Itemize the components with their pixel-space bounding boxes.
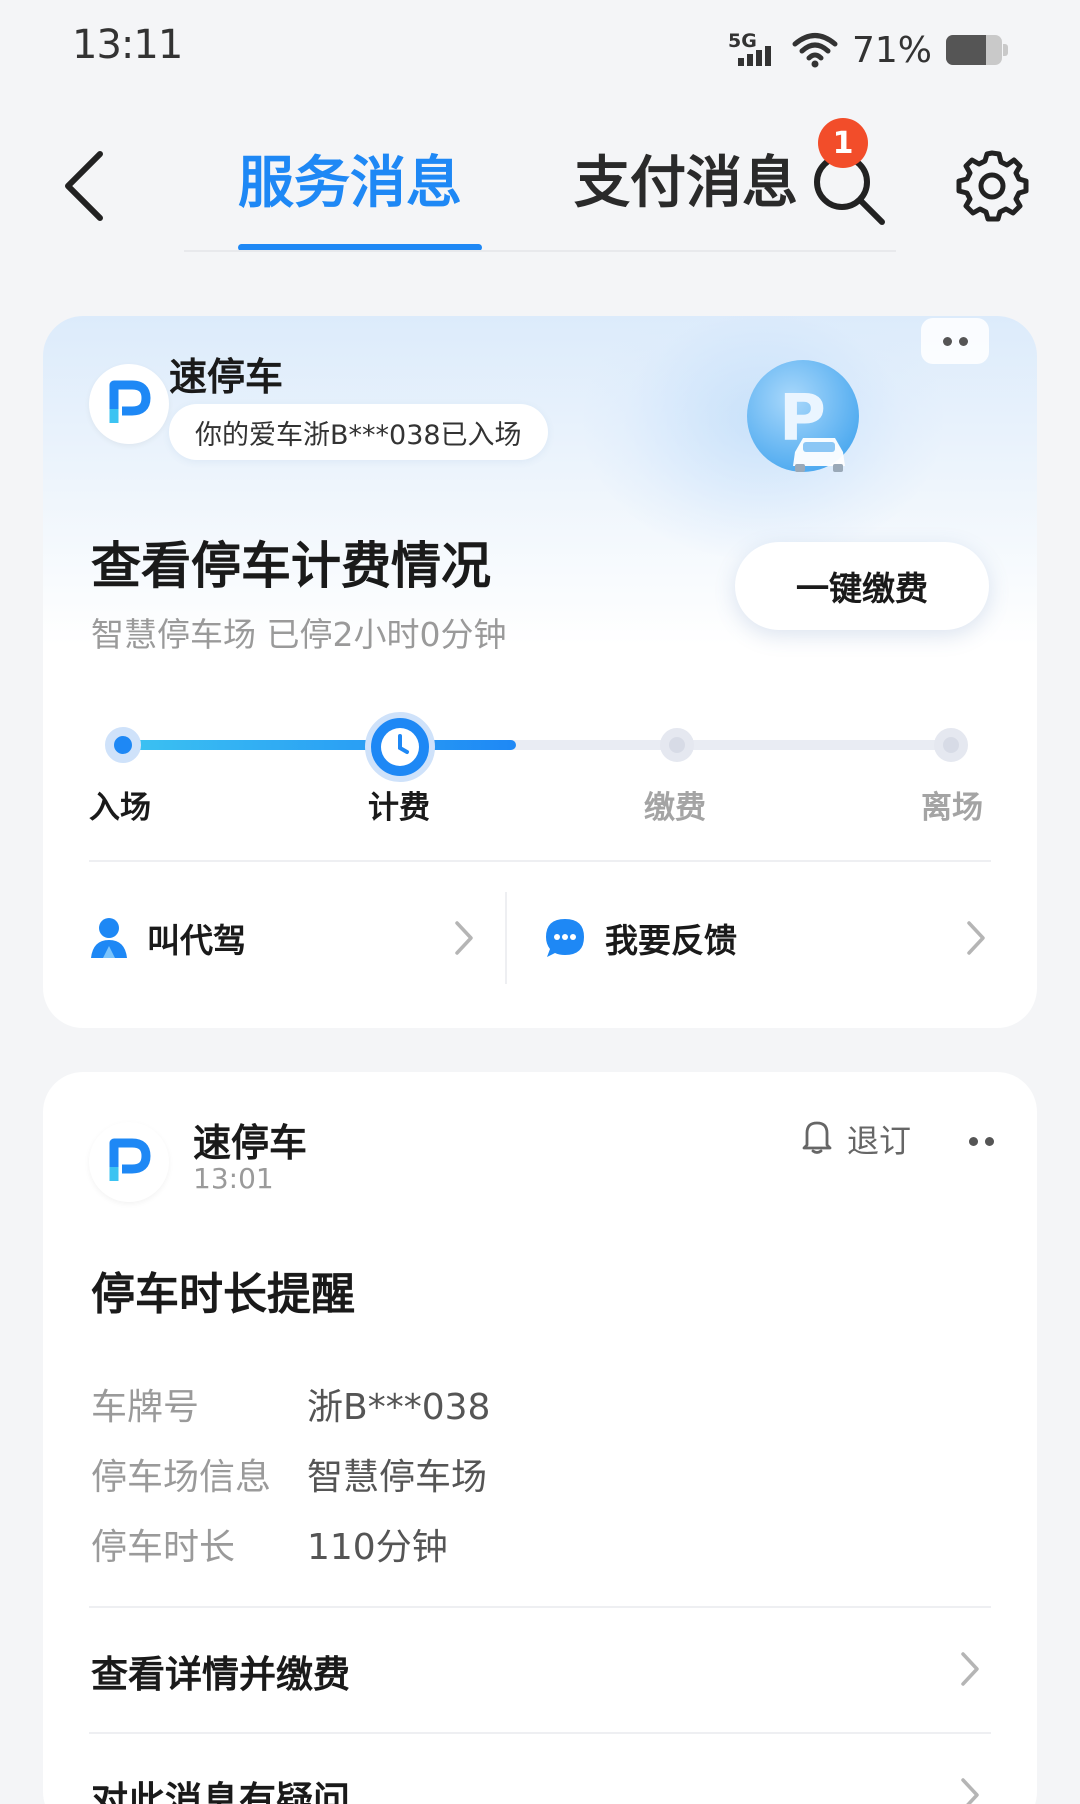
status-icons: 5G 71% xyxy=(728,28,1008,72)
call-driver-button[interactable]: 叫代驾 xyxy=(89,892,485,984)
app-name: 速停车 xyxy=(169,355,284,399)
parking-p-logo-icon xyxy=(109,380,151,423)
gear-icon[interactable] xyxy=(954,148,1030,224)
field-label-plate: 车牌号 xyxy=(91,1387,200,1428)
back-chevron-icon[interactable] xyxy=(58,148,110,224)
card-more-icon[interactable] xyxy=(947,1118,1015,1164)
tab-service-messages[interactable]: 服务消息 xyxy=(238,138,462,219)
step-label-billing: 计费 xyxy=(368,790,430,826)
app-logo xyxy=(89,364,169,444)
message-time: 13:01 xyxy=(193,1162,274,1195)
chevron-right-icon xyxy=(455,921,473,955)
chevron-right-icon xyxy=(961,1652,979,1686)
field-value-duration: 110分钟 xyxy=(307,1527,448,1568)
step-label-payment: 缴费 xyxy=(644,790,706,826)
field-label-duration: 停车时长 xyxy=(91,1527,236,1568)
card-subtitle: 智慧停车场 已停2小时0分钟 xyxy=(91,615,507,654)
field-value-plate: 浙B***038 xyxy=(307,1387,491,1428)
chevron-right-icon xyxy=(967,921,985,955)
parking-reminder-card[interactable]: 速停车 13:01 退订 停车时长提醒 车牌号 浙B***038 停车场信息 智… xyxy=(43,1072,1037,1804)
app-name: 速停车 xyxy=(193,1121,308,1165)
message-title: 停车时长提醒 xyxy=(91,1269,355,1320)
card-divider xyxy=(89,860,991,862)
field-value-lot: 智慧停车场 xyxy=(307,1457,488,1498)
step-payment-dot xyxy=(660,728,694,762)
view-details-pay-link[interactable]: 查看详情并缴费 xyxy=(91,1644,350,1698)
call-driver-label: 叫代驾 xyxy=(147,921,246,960)
app-logo xyxy=(89,1122,169,1202)
card-divider xyxy=(89,1732,991,1734)
battery-icon xyxy=(946,35,1008,65)
card-divider xyxy=(89,1606,991,1608)
step-entry-dot xyxy=(105,727,141,763)
one-click-pay-button[interactable]: 一键缴费 xyxy=(735,542,989,630)
header-divider xyxy=(184,250,896,252)
parking-status-card[interactable]: 速停车 你的爱车浙B***038已入场 P 查看停车计费情况 智慧停车场 已停2… xyxy=(43,316,1037,1028)
parking-p-logo-icon xyxy=(109,1138,151,1181)
feedback-label: 我要反馈 xyxy=(605,921,737,960)
signal-5g-icon: 5G xyxy=(728,30,778,70)
parking-car-icon: P xyxy=(747,360,859,472)
chevron-right-icon xyxy=(961,1778,979,1804)
wifi-icon xyxy=(792,33,838,68)
progress-fill xyxy=(121,740,516,750)
card-more-icon[interactable] xyxy=(921,318,989,364)
field-label-lot: 停车场信息 xyxy=(91,1457,272,1498)
entry-notice: 你的爱车浙B***038已入场 xyxy=(169,404,548,460)
question-message-link[interactable]: 对此消息有疑问 xyxy=(91,1770,350,1804)
step-label-entry: 入场 xyxy=(89,790,151,826)
chat-bubble-icon xyxy=(546,919,584,957)
feedback-button[interactable]: 我要反馈 xyxy=(543,892,991,984)
status-bar: 13:11 5G 71% xyxy=(0,0,1080,100)
bell-icon[interactable] xyxy=(801,1118,833,1154)
unsubscribe-button[interactable]: 退订 xyxy=(847,1116,911,1162)
status-time: 13:11 xyxy=(72,22,183,68)
tab-payment-messages[interactable]: 支付消息 xyxy=(574,138,798,219)
card-title: 查看停车计费情况 xyxy=(91,537,491,595)
driver-person-icon xyxy=(91,918,127,958)
battery-percent: 71% xyxy=(851,29,932,71)
step-label-exit: 离场 xyxy=(921,790,983,826)
step-exit-dot xyxy=(934,728,968,762)
actions-divider xyxy=(505,892,507,984)
unread-badge: 1 xyxy=(818,118,868,168)
step-billing-clock-icon xyxy=(365,712,435,782)
